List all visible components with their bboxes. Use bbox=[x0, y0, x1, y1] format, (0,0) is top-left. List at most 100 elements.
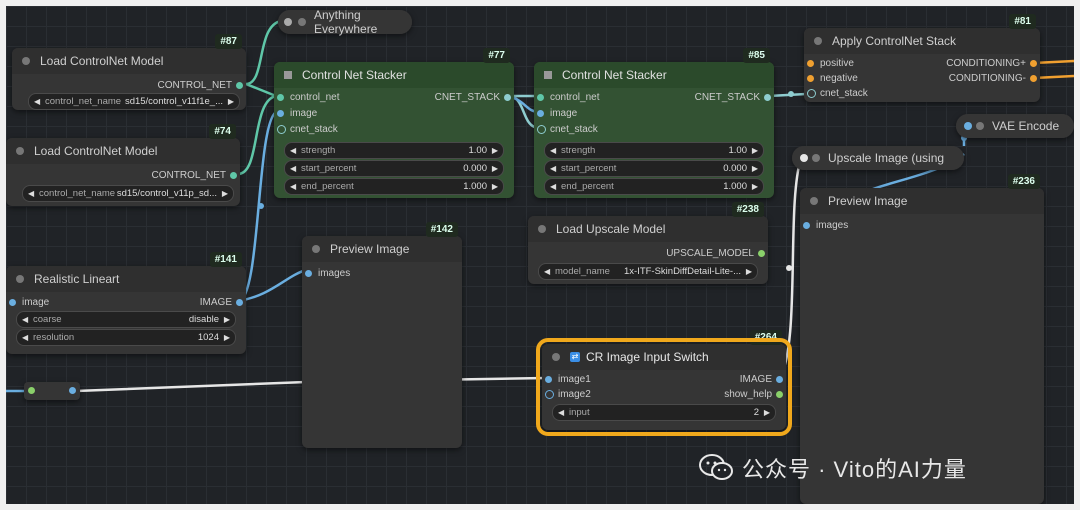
input-port[interactable] bbox=[277, 93, 284, 101]
arrow-right-icon[interactable]: ▶ bbox=[752, 164, 758, 173]
node-id-badge: #85 bbox=[743, 48, 770, 63]
output-label: CONDITIONING- bbox=[948, 72, 1026, 84]
arrow-right-icon[interactable]: ▶ bbox=[752, 146, 758, 155]
collapse-dot-icon[interactable] bbox=[312, 245, 320, 253]
arrow-left-icon[interactable]: ◀ bbox=[28, 189, 34, 198]
input-port[interactable] bbox=[537, 109, 544, 117]
load-controlnet-node-87[interactable]: #87 Load ControlNet Model CONTROL_NET ◀ … bbox=[12, 34, 246, 110]
output-label: CONDITIONING+ bbox=[946, 57, 1026, 69]
arrow-right-icon[interactable]: ▶ bbox=[492, 182, 498, 191]
node-title: Load ControlNet Model bbox=[40, 54, 164, 68]
input-port[interactable] bbox=[807, 59, 814, 67]
strength-number[interactable]: ◀ strength 1.00 ▶ bbox=[284, 142, 504, 159]
output-port[interactable] bbox=[758, 249, 765, 257]
collapse-dot-icon[interactable] bbox=[22, 57, 30, 65]
input-port[interactable] bbox=[803, 221, 810, 229]
collapse-dot-icon[interactable] bbox=[538, 225, 546, 233]
input-dot-icon[interactable] bbox=[800, 154, 808, 162]
arrow-right-icon[interactable]: ▶ bbox=[222, 189, 228, 198]
arrow-right-icon[interactable]: ▶ bbox=[492, 146, 498, 155]
resolution-number[interactable]: ◀ resolution 1024 ▶ bbox=[16, 329, 236, 346]
apply-controlnet-stack-node-81[interactable]: #81 Apply ControlNet Stack positive COND… bbox=[804, 14, 1040, 102]
arrow-left-icon[interactable]: ◀ bbox=[22, 333, 28, 342]
output-port[interactable] bbox=[504, 93, 511, 101]
collapse-dot-icon[interactable] bbox=[814, 37, 822, 45]
input-label: positive bbox=[820, 57, 854, 69]
input-port[interactable] bbox=[28, 387, 35, 394]
output-port[interactable] bbox=[1030, 59, 1037, 67]
arrow-left-icon[interactable]: ◀ bbox=[34, 97, 40, 106]
arrow-right-icon[interactable]: ▶ bbox=[228, 97, 234, 106]
node-id-badge: #141 bbox=[209, 252, 242, 267]
vae-encode-node[interactable]: VAE Encode bbox=[956, 114, 1074, 138]
node-title: Realistic Lineart bbox=[34, 272, 120, 286]
control-net-name-combo[interactable]: ◀ control_net_name sd15/control_v11p_sd.… bbox=[22, 185, 234, 202]
control-net-stacker-node-77[interactable]: #77 Control Net Stacker control_net CNET… bbox=[274, 48, 514, 198]
output-label: CNET_STACK bbox=[694, 91, 760, 103]
collapse-dot-icon[interactable] bbox=[16, 275, 24, 283]
end-percent-number[interactable]: ◀ end_percent 1.000 ▶ bbox=[284, 178, 504, 195]
coarse-combo[interactable]: ◀ coarse disable ▶ bbox=[16, 311, 236, 328]
control-net-stacker-node-85[interactable]: #85 Control Net Stacker control_net CNET… bbox=[534, 48, 774, 198]
arrow-right-icon[interactable]: ▶ bbox=[746, 267, 752, 276]
input-port[interactable] bbox=[807, 74, 814, 82]
anything-everywhere-node[interactable]: Anything Everywhere bbox=[278, 8, 412, 36]
arrow-right-icon[interactable]: ▶ bbox=[224, 315, 230, 324]
collapse-dot-icon bbox=[812, 154, 820, 162]
strength-number[interactable]: ◀ strength 1.00 ▶ bbox=[544, 142, 764, 159]
load-controlnet-node-74[interactable]: #74 Load ControlNet Model CONTROL_NET ◀ … bbox=[6, 124, 240, 206]
control-net-name-combo[interactable]: ◀ control_net_name sd15/control_v11f1e_.… bbox=[28, 93, 240, 110]
input-label: image bbox=[550, 107, 578, 119]
input-port[interactable] bbox=[537, 124, 546, 134]
model-name-combo[interactable]: ◀ model_name 1x-ITF-SkinDiffDetail-Lite-… bbox=[538, 263, 758, 280]
arrow-left-icon[interactable]: ◀ bbox=[550, 164, 556, 173]
input-port[interactable] bbox=[807, 88, 816, 98]
input-port[interactable] bbox=[277, 109, 284, 117]
arrow-left-icon[interactable]: ◀ bbox=[22, 315, 28, 324]
node-id-badge: #81 bbox=[1009, 14, 1036, 29]
output-port[interactable] bbox=[69, 387, 76, 394]
widget-value: 1.00 bbox=[468, 145, 488, 156]
collapse-dot-icon[interactable] bbox=[16, 147, 24, 155]
output-label: CONTROL_NET bbox=[151, 169, 226, 181]
output-port[interactable] bbox=[236, 81, 243, 89]
arrow-left-icon[interactable]: ◀ bbox=[550, 146, 556, 155]
end-percent-number[interactable]: ◀ end_percent 1.000 ▶ bbox=[544, 178, 764, 195]
arrow-left-icon[interactable]: ◀ bbox=[544, 267, 550, 276]
arrow-left-icon[interactable]: ◀ bbox=[550, 182, 556, 191]
arrow-left-icon[interactable]: ◀ bbox=[290, 164, 296, 173]
input-port[interactable] bbox=[537, 93, 544, 101]
arrow-right-icon[interactable]: ▶ bbox=[752, 182, 758, 191]
output-port[interactable] bbox=[230, 171, 237, 179]
output-port[interactable] bbox=[764, 93, 771, 101]
arrow-right-icon[interactable]: ▶ bbox=[224, 333, 230, 342]
reroute-node[interactable] bbox=[24, 382, 80, 400]
realistic-lineart-node-141[interactable]: #141 Realistic Lineart image IMAGE ◀ coa… bbox=[6, 252, 246, 354]
output-label: UPSCALE_MODEL bbox=[666, 247, 754, 259]
collapse-square-icon[interactable] bbox=[284, 71, 292, 79]
input-label: cnet_stack bbox=[290, 123, 338, 135]
input-port[interactable] bbox=[9, 298, 16, 306]
widget-name: strength bbox=[301, 145, 336, 156]
arrow-left-icon[interactable]: ◀ bbox=[290, 182, 296, 191]
input-dot-icon[interactable] bbox=[284, 18, 292, 26]
start-percent-number[interactable]: ◀ start_percent 0.000 ▶ bbox=[284, 160, 504, 177]
preview-image-node-142[interactable]: #142 Preview Image images bbox=[302, 222, 462, 448]
widget-value: sd15/control_v11f1e_... bbox=[124, 96, 223, 107]
collapse-square-icon[interactable] bbox=[544, 71, 552, 79]
output-port[interactable] bbox=[236, 298, 243, 306]
collapse-dot-icon bbox=[298, 18, 306, 26]
arrow-right-icon[interactable]: ▶ bbox=[492, 164, 498, 173]
workflow-canvas[interactable]: Anything Everywhere #87 Load ControlNet … bbox=[6, 6, 1074, 504]
node-id-badge: #87 bbox=[215, 34, 242, 49]
upscale-image-node[interactable]: Upscale Image (using bbox=[792, 146, 964, 170]
input-port[interactable] bbox=[277, 124, 286, 134]
start-percent-number[interactable]: ◀ start_percent 0.000 ▶ bbox=[544, 160, 764, 177]
output-port[interactable] bbox=[1030, 74, 1037, 82]
input-dot-icon[interactable] bbox=[964, 122, 972, 130]
arrow-left-icon[interactable]: ◀ bbox=[290, 146, 296, 155]
collapse-dot-icon[interactable] bbox=[810, 197, 818, 205]
input-port[interactable] bbox=[305, 269, 312, 277]
widget-value: 0.000 bbox=[463, 163, 487, 174]
load-upscale-model-node-238[interactable]: #238 Load Upscale Model UPSCALE_MODEL ◀ … bbox=[528, 202, 768, 284]
